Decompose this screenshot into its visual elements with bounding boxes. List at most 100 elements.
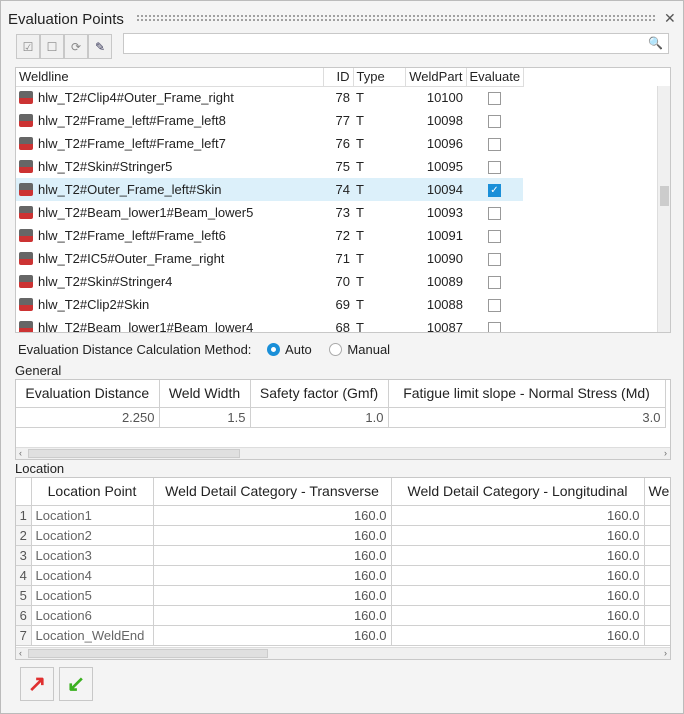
- evaluate-checkbox[interactable]: [488, 299, 501, 313]
- safety-factor-cell[interactable]: 1.0: [250, 407, 389, 428]
- close-icon[interactable]: ✕: [664, 10, 676, 27]
- evaluate-checkbox[interactable]: [488, 230, 501, 244]
- scroll-thumb[interactable]: [28, 649, 268, 658]
- location-point-cell[interactable]: Location5: [31, 585, 154, 606]
- truncated-cell[interactable]: [644, 545, 670, 566]
- col-id[interactable]: ID: [323, 68, 354, 87]
- weldline-part: 10095: [426, 159, 463, 174]
- weld-width-cell[interactable]: 1.5: [159, 407, 251, 428]
- weldline-id: 77: [335, 113, 350, 128]
- fatigue-slope-cell[interactable]: 3.0: [388, 407, 666, 428]
- col-fatigue-slope[interactable]: Fatigue limit slope - Normal Stress (Md): [388, 380, 666, 408]
- col-weldline[interactable]: Weldline: [16, 68, 324, 87]
- evaluate-cell: [466, 201, 523, 224]
- col-safety-factor[interactable]: Safety factor (Gmf): [250, 380, 389, 408]
- col-weldpart[interactable]: WeldPart: [405, 68, 467, 87]
- longitudinal-cell[interactable]: 160.0: [391, 625, 645, 646]
- table-row[interactable]: 3 Location3 160.0 160.0: [16, 545, 670, 566]
- col-weld-width[interactable]: Weld Width: [159, 380, 251, 408]
- evaluate-checkbox[interactable]: [488, 92, 501, 106]
- col-transverse[interactable]: Weld Detail Category - Transverse: [153, 478, 392, 506]
- table-row[interactable]: 6 Location6 160.0 160.0: [16, 605, 670, 626]
- evaluate-checkbox[interactable]: [488, 115, 501, 129]
- table-row[interactable]: hlw_T2#Clip4#Outer_Frame_right 78 T 1010…: [16, 86, 523, 109]
- location-point-cell[interactable]: Location_WeldEnd: [31, 625, 154, 646]
- table-row[interactable]: hlw_T2#Skin#Stringer4 70 T 10089: [16, 270, 523, 293]
- table-row[interactable]: hlw_T2#Outer_Frame_left#Skin 74 T 10094 …: [16, 178, 523, 201]
- truncated-cell[interactable]: [644, 565, 670, 586]
- location-hscrollbar[interactable]: ‹ ›: [16, 647, 670, 659]
- weldline-label: hlw_T2#Beam_lower1#Beam_lower5: [38, 205, 254, 220]
- evaluate-checkbox[interactable]: [488, 276, 501, 290]
- uncheck-all-button[interactable]: ☐: [40, 34, 64, 59]
- table-row[interactable]: hlw_T2#Frame_left#Frame_left6 72 T 10091: [16, 224, 523, 247]
- evaluate-checkbox[interactable]: [488, 253, 501, 267]
- scroll-thumb[interactable]: [28, 449, 240, 458]
- table-row[interactable]: hlw_T2#Clip2#Skin 69 T 10088: [16, 293, 523, 316]
- truncated-cell[interactable]: [644, 605, 670, 626]
- table-row[interactable]: hlw_T2#Skin#Stringer5 75 T 10095: [16, 155, 523, 178]
- evaluate-checkbox[interactable]: [488, 322, 501, 332]
- table-row[interactable]: 5 Location5 160.0 160.0: [16, 585, 670, 606]
- evaluate-checkbox[interactable]: [488, 161, 501, 175]
- longitudinal-cell[interactable]: 160.0: [391, 505, 645, 526]
- transverse-cell[interactable]: 160.0: [153, 545, 392, 566]
- location-point-cell[interactable]: Location1: [31, 505, 154, 526]
- table-row[interactable]: 7 Location_WeldEnd 160.0 160.0: [16, 625, 670, 646]
- truncated-cell[interactable]: [644, 585, 670, 606]
- transverse-cell[interactable]: 160.0: [153, 525, 392, 546]
- search-input[interactable]: 🔍: [123, 33, 669, 54]
- general-hscrollbar[interactable]: ‹ ›: [16, 447, 670, 459]
- longitudinal-cell[interactable]: 160.0: [391, 525, 645, 546]
- table-row[interactable]: 2 Location2 160.0 160.0: [16, 525, 670, 546]
- table-row[interactable]: hlw_T2#Frame_left#Frame_left7 76 T 10096: [16, 132, 523, 155]
- col-truncated[interactable]: We: [644, 478, 670, 506]
- longitudinal-cell[interactable]: 160.0: [391, 565, 645, 586]
- location-point-cell[interactable]: Location6: [31, 605, 154, 626]
- radio-auto[interactable]: Auto: [267, 342, 312, 357]
- drag-handle[interactable]: [136, 14, 656, 22]
- table-row[interactable]: hlw_T2#Beam_lower1#Beam_lower5 73 T 1009…: [16, 201, 523, 224]
- col-location-point[interactable]: Location Point: [31, 478, 154, 506]
- location-point-cell[interactable]: Location3: [31, 545, 154, 566]
- eval-distance-cell[interactable]: 2.250: [16, 407, 160, 428]
- transverse-cell[interactable]: 160.0: [153, 605, 392, 626]
- weldline-type: T: [356, 251, 364, 266]
- evaluate-checkbox[interactable]: ✓: [488, 184, 501, 198]
- location-point-cell[interactable]: Location2: [31, 525, 154, 546]
- truncated-cell[interactable]: [644, 505, 670, 526]
- evaluate-checkbox[interactable]: [488, 207, 501, 221]
- transverse-cell[interactable]: 160.0: [153, 565, 392, 586]
- weldline-label: hlw_T2#Clip4#Outer_Frame_right: [38, 90, 234, 106]
- weldline-type: T: [356, 297, 364, 312]
- table-row[interactable]: 4 Location4 160.0 160.0: [16, 565, 670, 586]
- col-longitudinal[interactable]: Weld Detail Category - Longitudinal: [391, 478, 645, 506]
- export-button[interactable]: ↗: [20, 667, 54, 701]
- longitudinal-cell[interactable]: 160.0: [391, 605, 645, 626]
- col-eval-distance[interactable]: Evaluation Distance: [16, 380, 160, 408]
- scroll-thumb[interactable]: [660, 186, 669, 206]
- longitudinal-cell[interactable]: 160.0: [391, 585, 645, 606]
- transverse-cell[interactable]: 160.0: [153, 505, 392, 526]
- longitudinal-cell[interactable]: 160.0: [391, 545, 645, 566]
- col-type[interactable]: Type: [353, 68, 406, 87]
- refresh-button[interactable]: ⟳: [64, 34, 88, 59]
- evaluate-checkbox[interactable]: [488, 138, 501, 152]
- table-row[interactable]: hlw_T2#IC5#Outer_Frame_right 71 T 10090: [16, 247, 523, 270]
- col-evaluate[interactable]: Evaluate: [466, 68, 524, 87]
- transverse-cell[interactable]: 160.0: [153, 625, 392, 646]
- transverse-cell[interactable]: 160.0: [153, 585, 392, 606]
- radio-manual[interactable]: Manual: [329, 342, 390, 357]
- location-point-cell[interactable]: Location4: [31, 565, 154, 586]
- truncated-cell[interactable]: [644, 625, 670, 646]
- table-row[interactable]: hlw_T2#Frame_left#Frame_left8 77 T 10098: [16, 109, 523, 132]
- pick-button[interactable]: ✎: [88, 34, 112, 59]
- truncated-cell[interactable]: [644, 525, 670, 546]
- import-button[interactable]: ↙: [59, 667, 93, 701]
- check-all-button[interactable]: ☑: [16, 34, 40, 59]
- general-table: Evaluation Distance Weld Width Safety fa…: [15, 379, 671, 460]
- search-icon: 🔍: [648, 36, 663, 50]
- vertical-scrollbar[interactable]: [657, 86, 670, 332]
- table-row[interactable]: hlw_T2#Beam_lower1#Beam_lower4 68 T 1008…: [16, 316, 523, 332]
- table-row[interactable]: 1 Location1 160.0 160.0: [16, 505, 670, 526]
